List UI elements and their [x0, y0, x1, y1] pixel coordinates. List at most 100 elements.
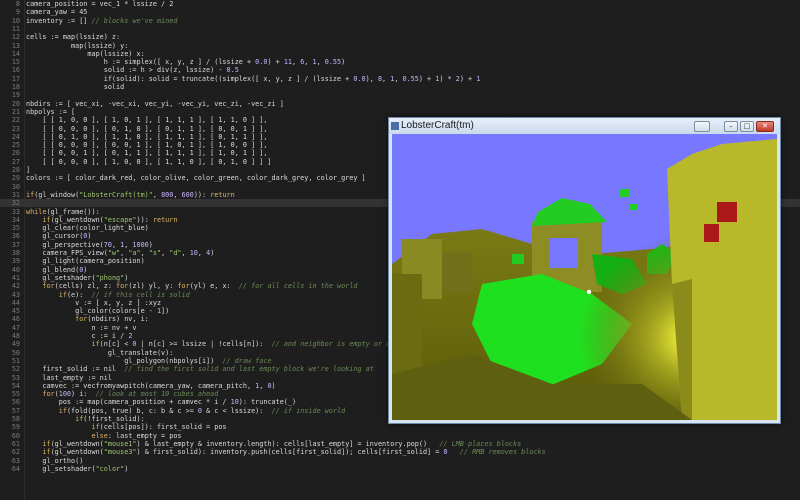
code-token: 0.0	[255, 58, 268, 67]
line-number: 60	[11, 431, 20, 440]
window-titlebar[interactable]: LobsterCraft(tm) – □ ✕	[389, 118, 780, 134]
code-token: "mouse1"	[103, 439, 137, 448]
code-token: [ [ 0, 1, 0 ], [ 1, 1, 0 ], [ 1, 1, 1 ],…	[26, 132, 268, 141]
code-token: // find the first solid and last empty b…	[124, 365, 374, 374]
code-token: ,	[316, 58, 325, 67]
code-token: : last_empty = pos	[107, 431, 182, 440]
code-token: n := nv + v	[26, 323, 137, 332]
line-number: 9	[15, 8, 20, 17]
code-line[interactable]: 14 map(lssize) x:	[0, 50, 800, 58]
code-line[interactable]: 17 if(solid): solid = truncate((simplex(…	[0, 75, 800, 83]
code-token: (cells[pos]): first_solid = pos	[99, 423, 227, 432]
code-line[interactable]: 9 camera_yaw = 45	[0, 8, 800, 16]
code-token: // LMB places blocks	[439, 439, 522, 448]
code-token: if	[58, 290, 67, 299]
code-token: ])	[161, 307, 170, 316]
code-line[interactable]: 61 if(gl_wentdown("mouse1") & last_empty…	[0, 440, 800, 448]
code-line[interactable]: 20 nbdirs := [ vec_xi, -vec_xi, vec_yi, -…	[0, 100, 800, 108]
line-number: 38	[11, 249, 20, 257]
code-token: h := simplex([ x, y, z ] / (lssize +	[26, 58, 256, 67]
code-line[interactable]: 11	[0, 25, 800, 33]
line-number: 15	[11, 58, 20, 67]
code-line[interactable]: 15 h := simplex([ x, y, z ] / (lssize + …	[0, 58, 800, 66]
code-token: (e):	[66, 290, 92, 299]
close-icon: ✕	[762, 122, 768, 130]
code-line[interactable]: 10 inventory := [] // blocks we've mined	[0, 17, 800, 25]
close-button[interactable]: ✕	[756, 121, 774, 132]
code-token: 0.55	[402, 74, 419, 83]
code-token: & c < lssize):	[201, 406, 272, 415]
minimize-button[interactable]: –	[724, 121, 738, 132]
code-token: for	[116, 282, 129, 291]
line-number: 59	[11, 423, 20, 432]
code-token: (cells) zl, z:	[54, 282, 117, 291]
line-number: 33	[11, 207, 20, 216]
game-viewport[interactable]	[392, 134, 777, 420]
code-line[interactable]: 19	[0, 91, 800, 99]
code-token: ) +	[267, 58, 284, 67]
code-token: // if inside world	[271, 406, 346, 415]
code-line[interactable]: 60 else: last_empty = pos	[0, 432, 800, 440]
code-line[interactable]: 12 cells := map(lssize) z:	[0, 33, 800, 41]
code-line[interactable]: 18 solid	[0, 83, 800, 91]
code-line[interactable]: 16 solid := h > div(z, lssize) - 0.5	[0, 66, 800, 74]
code-token: if	[26, 190, 35, 199]
code-line[interactable]: 63 gl_ortho()	[0, 457, 800, 465]
line-number: 13	[11, 41, 20, 50]
maximize-button[interactable]: □	[740, 121, 754, 132]
code-token: ) i:	[71, 390, 96, 399]
code-token: 0.5	[226, 66, 239, 75]
code-token: )	[271, 381, 276, 390]
code-token: ,	[152, 190, 162, 199]
line-number: 54	[11, 381, 20, 390]
code-token: | n[c] >= lssize | !cells[n]):	[136, 340, 272, 349]
code-token: pos := map(camera_position + camvec * i …	[26, 398, 231, 407]
game-window[interactable]: LobsterCraft(tm) – □ ✕	[388, 117, 781, 424]
code-token: // if this cell is solid	[91, 290, 190, 299]
code-token: 1000	[132, 240, 149, 249]
code-token: ) *	[439, 74, 456, 83]
code-line[interactable]: 13 map(lssize) y:	[0, 42, 800, 50]
line-number: 51	[11, 356, 20, 365]
code-token: "w"	[107, 249, 121, 257]
code-token: camera_position = vec_1 * lssize / 2	[26, 0, 174, 8]
line-number: 50	[11, 348, 20, 357]
code-token: (n[c] <	[99, 340, 133, 349]
code-token: ,	[111, 240, 121, 249]
code-line[interactable]: 8 camera_position = vec_1 * lssize / 2	[0, 0, 800, 8]
window-menu-button[interactable]	[694, 121, 710, 132]
code-token: (gl_wentdown(	[50, 448, 104, 457]
code-token: // draw face	[222, 356, 272, 365]
code-token: (gl_frame()):	[46, 207, 100, 216]
line-number: 26	[11, 149, 20, 158]
line-number: 21	[11, 107, 20, 116]
code-token: (zl) yl, y:	[128, 282, 178, 291]
code-line[interactable]: 21 nbpolys := [	[0, 108, 800, 116]
code-token: return	[210, 190, 235, 199]
code-token: ,	[382, 74, 391, 83]
line-number: 52	[11, 365, 20, 374]
code-token: solid	[26, 83, 125, 91]
code-line[interactable]: 59 if(cells[pos]): first_solid = pos	[0, 423, 800, 431]
code-token: cells := map(lssize) z:	[26, 33, 121, 42]
code-line[interactable]: 62 if(gl_wentdown("mouse3") & first_soli…	[0, 448, 800, 456]
code-token: map(lssize) x:	[26, 49, 145, 58]
code-token: nbpolys := [	[26, 107, 76, 116]
code-line[interactable]: 64 gl_setshader("color")	[0, 465, 800, 473]
code-token: c := i /	[26, 332, 129, 340]
code-token: )	[124, 273, 129, 282]
line-number: 41	[11, 273, 20, 282]
code-token: gl_cursor(	[26, 232, 84, 241]
code-token: 10	[189, 249, 198, 257]
code-token: )	[148, 240, 153, 249]
code-token: ,	[181, 249, 190, 257]
code-token: camvec := vecfromyawpitch(camera_yaw, ca…	[26, 381, 256, 390]
code-token: // RMB removes blocks	[459, 448, 546, 457]
code-token: 100	[58, 390, 72, 399]
